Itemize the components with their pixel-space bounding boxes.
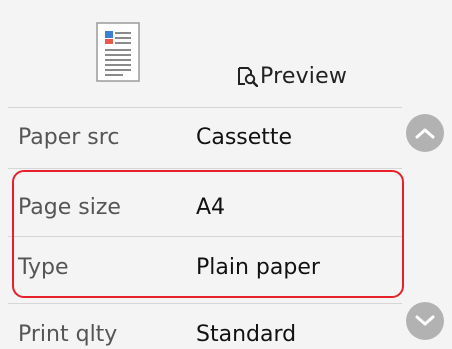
setting-label: Type: [18, 254, 69, 280]
chevron-down-icon: [414, 314, 436, 328]
setting-value: Cassette: [196, 124, 293, 150]
print-settings-screen: Preview Paper src Cassette Page size A4 …: [0, 0, 452, 349]
setting-label: Page size: [18, 194, 121, 220]
header-panel: Preview: [0, 0, 452, 107]
scroll-up-button[interactable]: [406, 114, 444, 152]
setting-row-page-size[interactable]: Page size A4: [0, 178, 452, 236]
setting-value: A4: [196, 194, 226, 220]
scroll-down-button[interactable]: [406, 302, 444, 340]
preview-button[interactable]: Preview: [236, 58, 347, 94]
divider: [8, 236, 402, 237]
setting-label: Paper src: [18, 124, 120, 150]
setting-value: Standard: [196, 321, 297, 347]
setting-label: Print qlty: [18, 321, 118, 347]
document-thumbnail-icon: [96, 22, 140, 82]
divider: [8, 168, 402, 169]
setting-row-paper-source[interactable]: Paper src Cassette: [0, 108, 452, 166]
preview-magnifier-icon: [236, 65, 258, 87]
setting-value: Plain paper: [196, 254, 320, 280]
setting-row-media-type[interactable]: Type Plain paper: [0, 238, 452, 296]
setting-row-print-quality[interactable]: Print qlty Standard: [0, 305, 452, 349]
divider: [8, 303, 402, 304]
chevron-up-icon: [414, 126, 436, 140]
preview-label: Preview: [260, 63, 348, 89]
